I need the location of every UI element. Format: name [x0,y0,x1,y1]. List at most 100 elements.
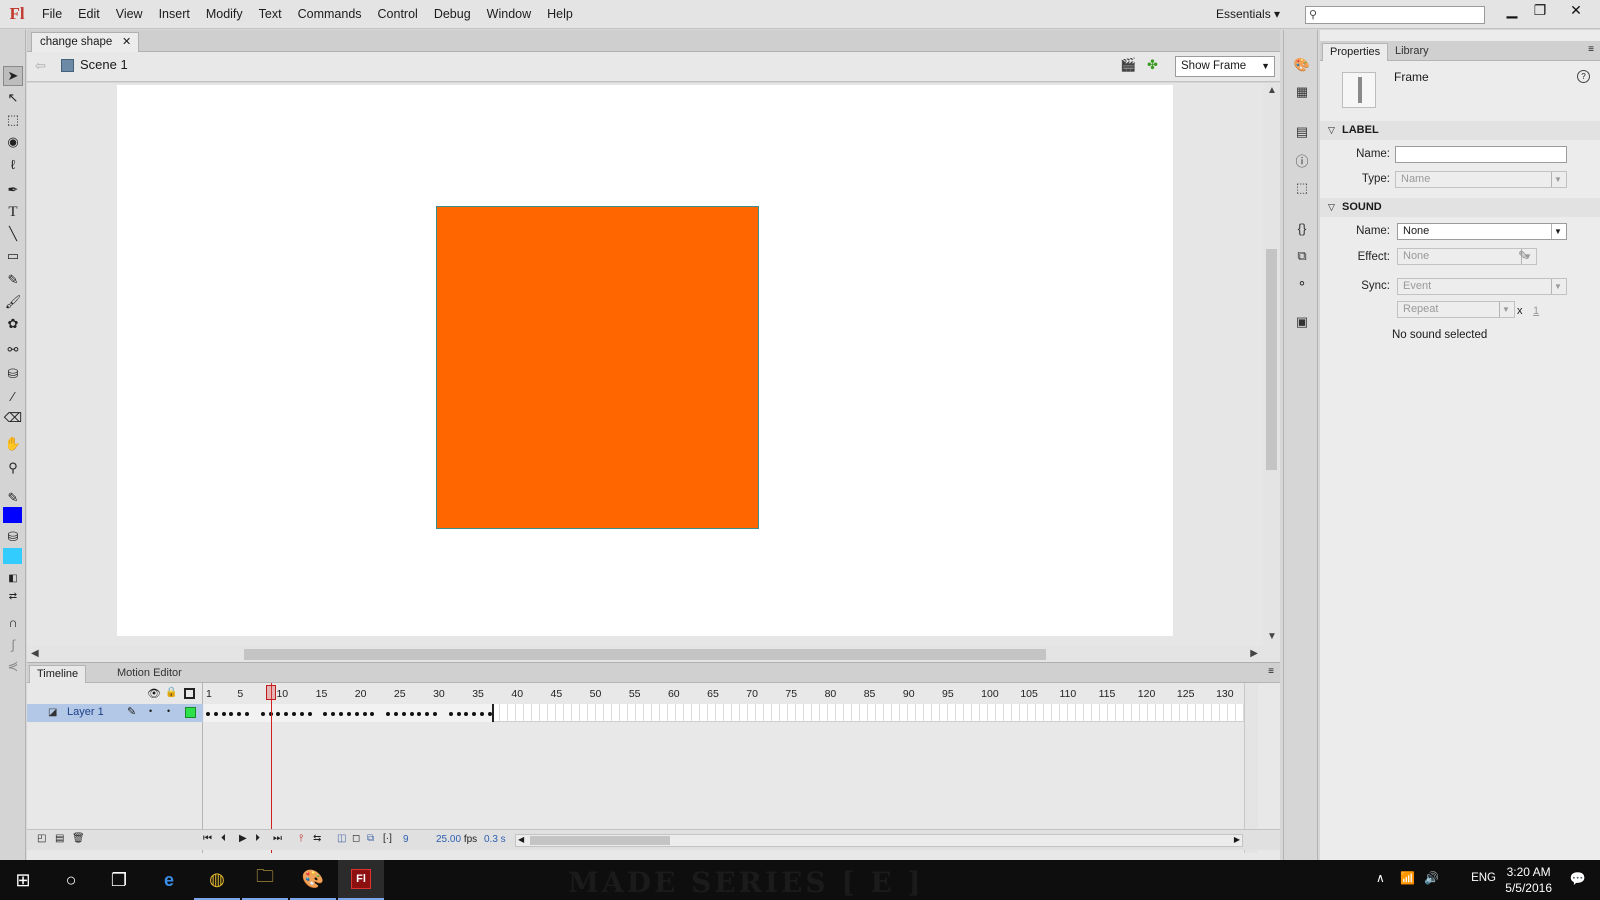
scroll-left-icon[interactable]: ◀ [518,835,524,844]
keyframe-dot[interactable] [299,712,304,716]
pencil-tool-icon[interactable]: ✎ [3,270,23,290]
panel-menu-icon[interactable]: ≡ [1268,666,1274,677]
components-panel-icon[interactable]: ⧉ [1292,246,1312,266]
eyedropper-tool-icon[interactable]: ⁄ [3,386,23,406]
3d-rotation-tool-icon[interactable]: ◉ [3,132,23,152]
menu-edit[interactable]: Edit [70,0,108,29]
menu-text[interactable]: Text [251,0,290,29]
layer-row[interactable]: ◪ Layer 1 ✎ • • [27,704,203,722]
layer-color-swatch[interactable] [185,707,196,718]
menu-insert[interactable]: Insert [151,0,198,29]
back-arrow-icon[interactable]: ⇦ [35,58,46,74]
last-frame-icon[interactable]: ⏭ [273,833,282,844]
menu-file[interactable]: File [34,0,70,29]
volume-icon[interactable]: 🔊 [1424,871,1439,885]
restore-button[interactable]: ❐ [1524,0,1556,20]
pen-tool-icon[interactable]: ✒ [3,180,23,200]
scroll-thumb[interactable] [1266,249,1277,470]
keyframe-dot[interactable] [354,712,359,716]
keyframe-dot[interactable] [409,712,414,716]
keyframe-dot[interactable] [401,712,406,716]
previous-frame-icon[interactable]: ⏴ [221,833,226,844]
paint-bucket-tool-icon[interactable]: ⛁ [3,364,23,384]
chrome-icon[interactable]: ◍ [194,860,240,900]
task-view-icon[interactable]: ❐ [96,860,142,900]
brush-tool-icon[interactable]: 🖌 [3,292,23,312]
timeline-vertical-scrollbar[interactable] [1244,683,1258,853]
repeat-select[interactable]: Repeat ▼ [1397,301,1515,318]
info-panel-icon[interactable]: ⓘ [1292,150,1312,170]
selection-tool-icon[interactable]: ➤ [3,66,23,86]
frame-row[interactable] [204,704,1244,722]
label-name-field[interactable] [1395,146,1567,163]
scroll-right-icon[interactable]: ▶ [1250,648,1258,659]
line-tool-icon[interactable]: ╲ [3,224,23,244]
windows-start-icon[interactable]: ⊞ [0,860,46,900]
timeline-horizontal-scrollbar[interactable]: ◀ ▶ [515,834,1243,847]
align-panel-icon[interactable]: ▤ [1292,122,1312,142]
modify-markers-icon[interactable]: [·] [383,833,392,844]
tab-timeline[interactable]: Timeline [29,665,87,683]
sound-section-header[interactable]: ▽ SOUND [1320,198,1600,217]
edge-icon[interactable]: e [146,860,192,900]
outline-icon[interactable] [184,688,195,699]
code-snippets-icon[interactable]: {} [1292,218,1312,238]
notifications-icon[interactable]: 💬 [1570,871,1586,887]
eraser-tool-icon[interactable]: ⌫ [3,408,23,428]
orange-rectangle-shape[interactable] [436,206,759,529]
scroll-thumb[interactable] [530,836,670,845]
scene-breadcrumb[interactable]: Scene 1 [80,57,128,72]
stage-horizontal-scrollbar[interactable]: ◀ ▶ [27,646,1280,662]
help-icon[interactable]: ? [1577,70,1590,83]
cortana-icon[interactable]: ○ [48,860,94,900]
menu-help[interactable]: Help [539,0,581,29]
playhead[interactable] [265,685,276,700]
menu-window[interactable]: Window [479,0,539,29]
swap-colors-icon[interactable]: ⇄ [3,586,23,606]
tab-library[interactable]: Library [1388,43,1436,61]
scroll-thumb[interactable] [244,649,1046,660]
text-tool-icon[interactable]: T [3,202,23,222]
lock-icon[interactable]: 🔒 [165,687,177,698]
first-frame-icon[interactable]: ⏮ [203,833,212,844]
clock[interactable]: 3:20 AM 5/5/2016 [1505,864,1552,896]
bone-tool-icon[interactable]: ⚯ [3,340,23,360]
stage[interactable] [117,85,1173,636]
panel-menu-icon[interactable]: ≡ [1588,44,1594,55]
edit-scene-icon[interactable]: 🎬 [1120,57,1140,77]
document-tab[interactable]: change shape ✕ [31,32,140,52]
swatches-panel-icon[interactable]: ▦ [1292,82,1312,102]
edit-multiple-frames-icon[interactable]: ⧉ [367,833,374,844]
keyframe-dot[interactable] [260,712,265,716]
file-explorer-icon[interactable]: 🗀 [242,860,288,900]
keyframe-dot[interactable] [307,712,312,716]
scroll-down-icon[interactable]: ▼ [1267,631,1277,642]
keyframe-dot[interactable] [487,712,492,716]
menu-view[interactable]: View [108,0,151,29]
fill-color-swatch[interactable] [3,548,22,564]
layer-name[interactable]: Layer 1 [67,706,104,718]
frames-area[interactable]: 1 5 10 15 20 25 30 35 40 45 50 55 60 65 70 75 80 85 90 95 10… [204,683,1244,853]
elapsed-time-readout[interactable]: 0.3 s [484,834,506,845]
lock-dot-icon[interactable]: • [167,706,170,716]
tab-properties[interactable]: Properties [1322,43,1389,61]
onion-skin-icon[interactable]: ◫ [337,833,346,844]
label-section-header[interactable]: ▽ LABEL [1320,121,1600,140]
menu-debug[interactable]: Debug [426,0,479,29]
keyframe-dot[interactable] [456,712,461,716]
current-frame-readout[interactable]: 9 [403,834,409,845]
menu-control[interactable]: Control [370,0,426,29]
center-frame-icon[interactable]: ⫯ [299,833,303,844]
repeat-count[interactable]: 1 [1533,305,1539,317]
keyframe-dot[interactable] [362,712,367,716]
zoom-select[interactable]: Show Frame ▼ [1175,56,1275,77]
menu-commands[interactable]: Commands [290,0,370,29]
stage-vertical-scrollbar[interactable]: ▲ ▼ [1263,83,1280,646]
close-icon[interactable]: ✕ [122,33,131,52]
new-layer-icon[interactable]: ◰ [37,833,46,844]
keyframe-dot[interactable] [346,712,351,716]
sound-name-select[interactable]: None ▼ [1397,223,1567,240]
scroll-up-icon[interactable]: ▲ [1267,85,1277,96]
close-button[interactable]: ✕ [1560,0,1592,20]
edit-envelope-pencil-icon[interactable]: ✎ [1518,248,1529,264]
